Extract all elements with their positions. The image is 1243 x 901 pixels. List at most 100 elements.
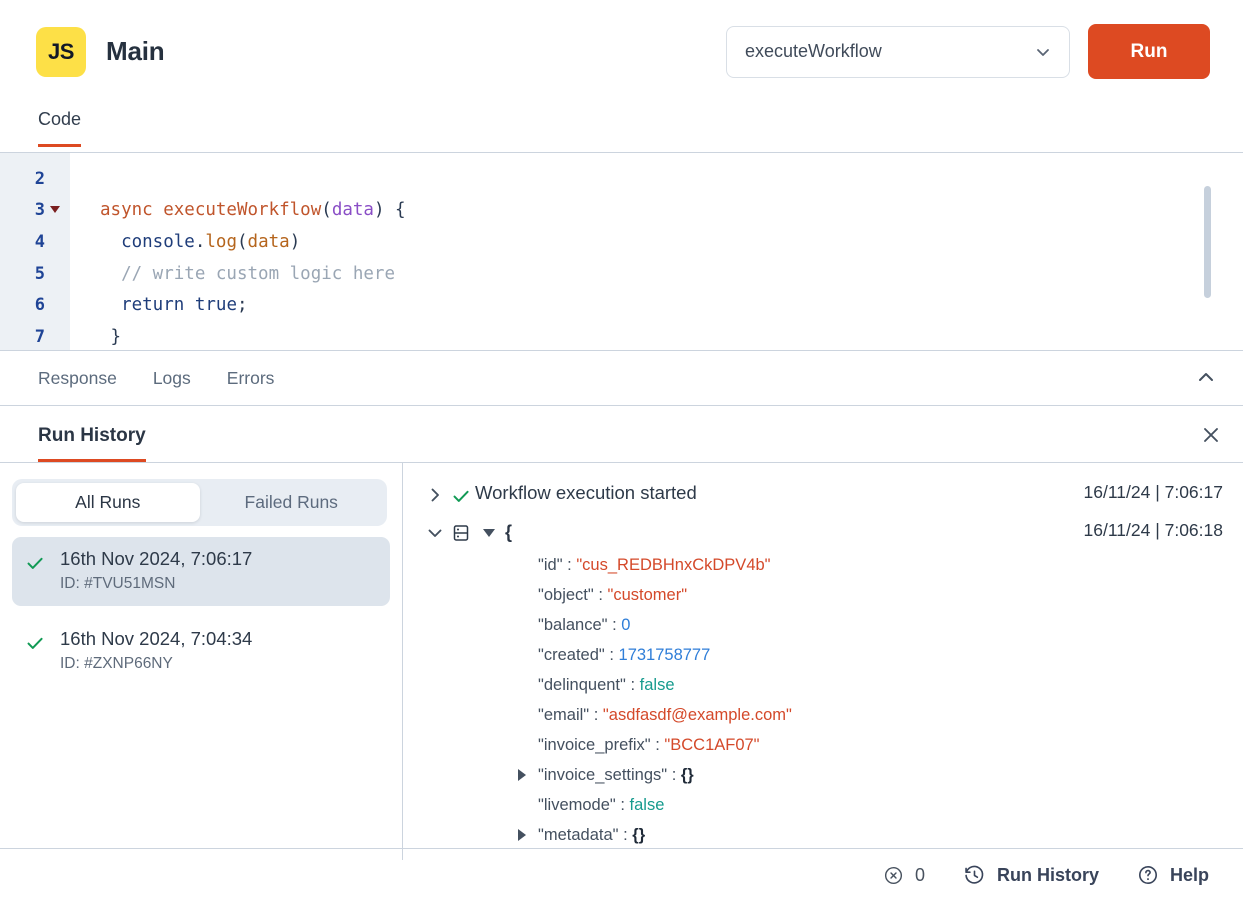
tab-errors[interactable]: Errors [227,368,275,389]
code-token: true [194,295,237,316]
json-colon: : [618,826,633,844]
code-line[interactable]: // write custom logic here [70,258,1243,290]
json-colon: : [562,556,577,574]
log-entry[interactable]: Workflow execution started 16/11/24 | 7:0… [423,476,1223,514]
tab-logs[interactable]: Logs [153,368,191,389]
run-history-header: Run History [0,406,1243,463]
json-property: "created" : 1731758777 [518,640,1223,670]
json-colon: : [650,736,665,754]
json-key: "metadata" [538,826,619,844]
collapse-panel-button[interactable] [1189,361,1223,395]
json-property: "delinquent" : false [518,670,1223,700]
log-entries: Workflow execution started 16/11/24 | 7:0… [423,476,1223,550]
code-token: executeWorkflow [163,200,322,221]
code-fold-icon[interactable] [50,206,60,214]
code-token: ; [237,295,248,316]
run-list-item[interactable]: 16th Nov 2024, 7:06:17 ID: #TVU51MSN [12,537,390,606]
log-entry[interactable]: {16/11/24 | 7:06:18 [423,514,1223,550]
brand: JS Main [36,26,165,77]
run-id: ID: #TVU51MSN [60,575,176,592]
run-list-item[interactable]: 16th Nov 2024, 7:04:34 ID: #ZXNP66NY [12,617,390,686]
help-label: Help [1169,864,1209,885]
code-editor[interactable]: 234567 async executeWorkflow(data) { con… [0,153,1243,350]
code-token: async [100,200,164,221]
editor-gutter: 2 3 4 5 6 7 [0,153,70,350]
check-icon [447,482,475,507]
chevron-right-icon[interactable] [423,482,447,504]
json-expand-icon[interactable] [518,769,526,781]
help-button[interactable]: Help [1137,864,1209,886]
code-token: log [205,231,237,252]
json-viewer: "id" : "cus_REDBHnxCkDPV4b" "object" : "c… [423,550,1223,850]
code-line[interactable]: async executeWorkflow(data) { [70,195,1243,227]
editor-scrollbar[interactable] [1204,186,1211,298]
json-property: "metadata" : {} [518,820,1223,850]
error-count-item[interactable]: 0 [883,865,925,886]
close-icon[interactable] [1200,424,1222,446]
logs-pane: Workflow execution started 16/11/24 | 7:0… [403,463,1243,860]
json-property: "object" : "customer" [518,580,1223,610]
line-number: 6 [0,289,70,321]
log-timestamp: 16/11/24 | 7:06:17 [1083,482,1223,502]
status-bar: 0 Run History Help [0,848,1243,901]
tab-response[interactable]: Response [38,368,117,389]
editor-lines[interactable]: async executeWorkflow(data) { console. lo… [70,153,1243,350]
line-number-label: 6 [34,295,45,316]
code-line[interactable]: } [70,321,1243,350]
run-date: 16th Nov 2024, 7:06:17 [60,548,253,569]
json-colon: : [615,796,630,814]
json-value: false [629,796,665,814]
json-colon: : [625,676,640,694]
code-token: ) [289,231,301,252]
line-number-label: 5 [34,263,45,284]
json-expand-icon[interactable] [518,829,526,841]
json-value: "customer" [607,586,688,604]
json-value: "BCC1AF07" [664,736,760,754]
log-timestamp: 16/11/24 | 7:06:18 [1083,520,1223,540]
json-key: "created" [538,646,605,664]
filter-failed-runs[interactable]: Failed Runs [200,483,384,522]
json-key: "object" [538,586,594,604]
error-count: 0 [914,864,925,885]
json-key: "invoice_settings" [538,766,668,784]
code-token: data [331,200,374,221]
code-token: data [247,231,290,252]
json-value: 0 [621,616,631,634]
json-colon: : [593,586,608,604]
json-key: "balance" [538,616,608,634]
history-clock-icon [963,864,986,887]
filter-all-runs[interactable]: All Runs [16,483,200,522]
run-button[interactable]: Run [1088,24,1210,79]
js-logo-icon: JS [36,26,86,77]
code-token: return [121,295,185,316]
check-icon [24,548,46,593]
code-line[interactable] [70,163,1243,195]
json-property: "email" : "asdfasdf@example.com" [518,700,1223,730]
function-select[interactable]: executeWorkflow [726,25,1070,78]
code-line[interactable]: console. log(data) [70,226,1243,258]
app-header: JS Main executeWorkflow Run [0,0,1243,103]
run-history-status-button[interactable]: Run History [963,864,1099,887]
json-colon: : [604,646,619,664]
code-tabbar: Code [0,103,1243,153]
code-token: } [100,326,122,347]
json-property: "invoice_settings" : {} [518,760,1223,790]
run-id: ID: #ZXNP66NY [60,655,173,672]
json-key: "invoice_prefix" [538,736,651,754]
code-line[interactable]: return true; [70,289,1243,321]
json-colon: : [607,616,622,634]
run-list: 16th Nov 2024, 7:06:17 ID: #TVU51MSN 16th … [12,537,390,686]
tab-code[interactable]: Code [38,109,82,147]
json-property: "livemode" : false [518,790,1223,820]
result-tabbar: Response Logs Errors [0,350,1243,406]
json-collapse-triangle-icon[interactable] [483,529,495,537]
json-value: false [639,676,675,694]
table-icon [447,520,475,543]
code-token: ( [321,200,332,221]
code-token: . [194,231,206,252]
check-icon [24,628,46,673]
chevron-down-icon[interactable] [423,520,447,542]
code-section: Code 234567 async executeWorkflow(data) … [0,103,1243,350]
line-number: 7 [0,321,70,350]
